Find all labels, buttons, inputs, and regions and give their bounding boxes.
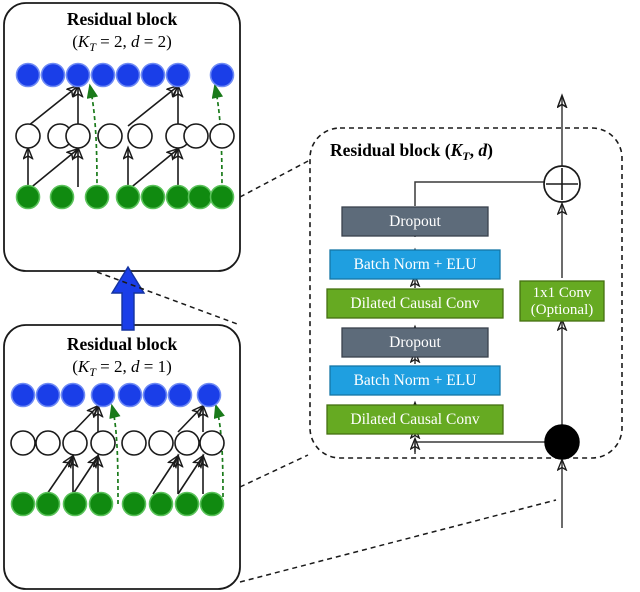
node-hidden [183,123,209,149]
node-hidden [35,430,61,456]
node-input [62,491,88,517]
node-blue [90,62,116,88]
layer-batchnorm-1[interactable]: Batch Norm + ELU [329,365,501,396]
layer-label: Dilated Causal Conv [350,295,479,312]
node-blue [209,62,235,88]
node-blue [60,382,86,408]
residual-block-detail: Residual block (KT, d) Dropout Batch Nor… [309,96,623,528]
node-input [115,184,141,210]
node-blue [10,382,36,408]
node-blue [167,382,193,408]
block-params-d1: (KT = 2, d = 1) [72,357,172,379]
stack-arrow-shape [110,265,146,331]
node-hidden [148,430,174,456]
detail-title: Residual block (KT, d) [330,140,493,163]
skip-conv-label-line1: 1x1 Conv [533,285,592,301]
diagram-svg: Residual block (KT = 2, d = 2) Residual … [3,2,623,590]
figure-canvas: Residual block (KT = 2, d = 2) Residual … [0,0,640,592]
node-input [165,184,191,210]
layer-label: Batch Norm + ELU [354,372,477,389]
node-input [148,491,174,517]
residual-block-d2: Residual block (KT = 2, d = 2) [3,2,241,272]
node-hidden [174,430,200,456]
node-blue [142,382,168,408]
node-blue [40,62,66,88]
node-hidden [199,430,225,456]
layer-label: Dropout [389,213,441,230]
node-input [140,184,166,210]
split-node [544,424,580,460]
node-hidden [97,123,123,149]
node-input [199,491,225,517]
node-blue [115,62,141,88]
layer-dropout-2[interactable]: Dropout [341,206,489,237]
layer-label: Dropout [389,334,441,351]
node-hidden [121,430,147,456]
node-blue [165,62,191,88]
node-blue [140,62,166,88]
node-input [121,491,147,517]
layer-1x1-conv-optional[interactable]: 1x1 Conv (Optional) [519,280,605,322]
node-input [10,491,36,517]
node-blue [35,382,61,408]
node-input [15,184,41,210]
node-input [35,491,61,517]
node-input [88,491,114,517]
layer-dilatedconv-2[interactable]: Dilated Causal Conv [326,288,504,319]
node-input [187,184,213,210]
skip-conv-label-line2: (Optional) [531,302,593,318]
node-input [84,184,110,210]
residual-block-d1: Residual block (KT = 2, d = 1) [3,324,241,590]
layer-label: Batch Norm + ELU [354,256,477,273]
node-hidden [209,123,235,149]
layer-dilatedconv-1[interactable]: Dilated Causal Conv [326,404,504,435]
node-hidden [127,123,153,149]
node-blue [65,62,91,88]
node-hidden [10,430,36,456]
adder-node [543,165,581,203]
node-hidden [15,123,41,149]
node-hidden [62,430,88,456]
block-params-d2: (KT = 2, d = 2) [72,32,172,54]
block-title-d1: Residual block [67,334,178,354]
node-blue [117,382,143,408]
layer-dropout-1[interactable]: Dropout [341,327,489,358]
node-blue [90,382,116,408]
layer-batchnorm-2[interactable]: Batch Norm + ELU [329,249,501,280]
block-title-d2: Residual block [67,9,178,29]
layer-label: Dilated Causal Conv [350,411,479,428]
node-input [49,184,75,210]
node-hidden [65,123,91,149]
node-blue [15,62,41,88]
node-hidden [90,430,116,456]
stack-arrow [110,265,146,331]
node-input [209,184,235,210]
node-blue [196,382,222,408]
node-input [174,491,200,517]
